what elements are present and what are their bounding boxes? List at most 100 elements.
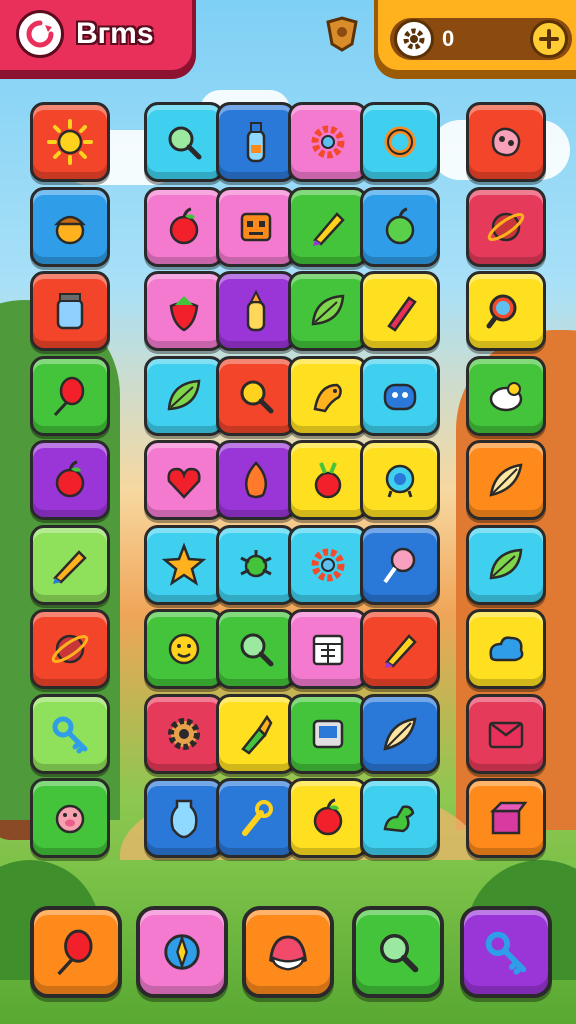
balloon-icon: [53, 376, 85, 417]
swirl-logo-icon: [16, 10, 64, 58]
lollipop-icon: [383, 547, 416, 584]
marker-icon: [387, 296, 417, 332]
board-tile[interactable]: [466, 440, 546, 520]
board-tile[interactable]: [360, 356, 440, 436]
board-tile[interactable]: [360, 187, 440, 267]
smiley-icon: [168, 633, 200, 665]
board-tile[interactable]: [216, 694, 296, 774]
board-tile[interactable]: [216, 609, 296, 689]
game-title-banner: Bгms: [0, 0, 196, 74]
board-tile[interactable]: [288, 187, 368, 267]
board-tile[interactable]: [30, 271, 110, 351]
board-tile[interactable]: [216, 440, 296, 520]
board-tile[interactable]: [288, 102, 368, 182]
board-tile[interactable]: [144, 694, 224, 774]
board-tile[interactable]: [30, 356, 110, 436]
pencil-icon: [313, 212, 345, 246]
booster-button[interactable]: [460, 906, 552, 998]
sun-icon: [47, 119, 93, 165]
green-apple-icon: [385, 207, 415, 245]
gear-ring-icon: [311, 548, 345, 582]
board-tile[interactable]: [216, 778, 296, 858]
board-tile[interactable]: [288, 525, 368, 605]
planet-icon: [487, 212, 525, 242]
dinosaur-icon: [383, 805, 415, 833]
heart-fruit-icon: [167, 467, 201, 499]
booster-button[interactable]: [30, 906, 122, 998]
board-tile[interactable]: [216, 102, 296, 182]
onion-icon: [244, 461, 268, 499]
board-tile[interactable]: [466, 525, 546, 605]
score-panel: 0: [374, 0, 576, 74]
key-icon: [485, 931, 527, 975]
leaf-icon: [311, 294, 345, 326]
monster-icon: [383, 383, 417, 411]
board-tile[interactable]: [360, 778, 440, 858]
booster-button[interactable]: [136, 906, 228, 998]
gear-ring-icon: [311, 125, 345, 159]
board-tile[interactable]: [144, 778, 224, 858]
board-tile[interactable]: [288, 440, 368, 520]
board-tile[interactable]: [144, 609, 224, 689]
board-tile[interactable]: [144, 102, 224, 182]
board-tile[interactable]: [360, 525, 440, 605]
board-tile[interactable]: [216, 356, 296, 436]
board-tile[interactable]: [360, 271, 440, 351]
board-tile[interactable]: [360, 694, 440, 774]
feather-icon: [489, 463, 523, 497]
wrench-icon: [242, 800, 273, 836]
board-tile[interactable]: [466, 609, 546, 689]
board-tile[interactable]: [466, 187, 546, 267]
board-tile[interactable]: [30, 525, 110, 605]
board-tile[interactable]: [288, 356, 368, 436]
board-tile[interactable]: [144, 271, 224, 351]
crayon-icon: [53, 550, 87, 584]
board-tile[interactable]: [288, 609, 368, 689]
board-tile[interactable]: [30, 187, 110, 267]
leaf-icon: [167, 379, 201, 411]
box-face-icon: [488, 721, 524, 749]
board-tile[interactable]: [466, 102, 546, 182]
cog-icon: [168, 718, 200, 750]
apple-icon: [169, 207, 199, 245]
score-track: 0: [390, 18, 572, 60]
bug-icon: [240, 550, 272, 578]
board-tile[interactable]: [30, 609, 110, 689]
board-tile[interactable]: [360, 440, 440, 520]
board-tile[interactable]: [288, 271, 368, 351]
add-currency-button[interactable]: [530, 20, 568, 58]
board-tile[interactable]: [30, 694, 110, 774]
board-tile[interactable]: [288, 778, 368, 858]
board-tile[interactable]: [360, 609, 440, 689]
apple-icon: [313, 798, 343, 836]
jar-icon: [56, 293, 84, 330]
board-tile[interactable]: [466, 694, 546, 774]
board-tile[interactable]: [466, 271, 546, 351]
booster-button[interactable]: [352, 906, 444, 998]
board-tile[interactable]: [466, 778, 546, 858]
board-tile[interactable]: [216, 187, 296, 267]
baby-bottle-icon: [246, 289, 266, 332]
board-tile[interactable]: [144, 187, 224, 267]
vase-icon: [170, 799, 198, 839]
gift-box-icon: [489, 801, 528, 835]
board-tile[interactable]: [30, 102, 110, 182]
board-tile[interactable]: [216, 271, 296, 351]
board-tile[interactable]: [466, 356, 546, 436]
board-tile[interactable]: [288, 694, 368, 774]
calendar-icon: [312, 634, 344, 666]
board-tile[interactable]: [144, 525, 224, 605]
brush-icon: [241, 714, 273, 755]
board-tile[interactable]: [144, 356, 224, 436]
board-tile[interactable]: [216, 525, 296, 605]
board-tile[interactable]: [30, 778, 110, 858]
feather-icon: [383, 717, 417, 751]
shield-badge-icon[interactable]: [320, 12, 364, 56]
search-icon: [240, 380, 274, 414]
booster-button[interactable]: [242, 906, 334, 998]
board-tile[interactable]: [360, 102, 440, 182]
board-tile[interactable]: [144, 440, 224, 520]
magnifier-icon: [380, 934, 419, 973]
board-tile[interactable]: [30, 440, 110, 520]
pencil-icon: [385, 634, 417, 668]
